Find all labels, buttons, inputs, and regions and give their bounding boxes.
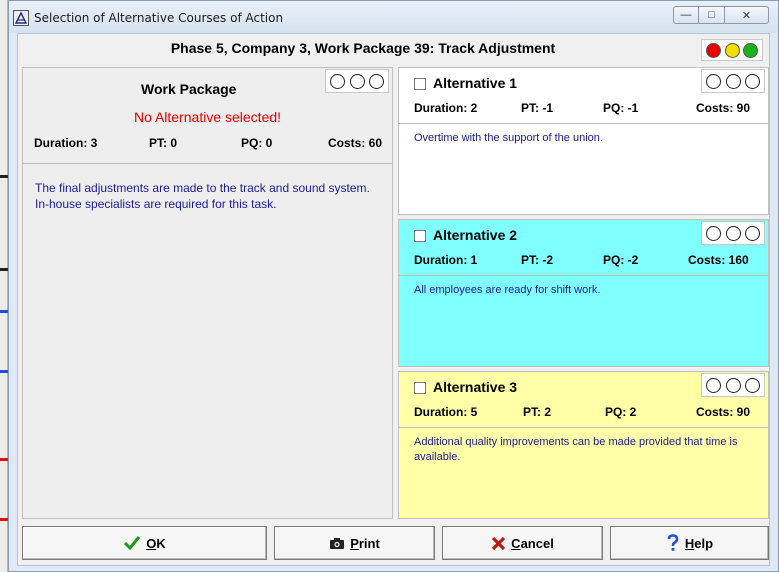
ok-button[interactable]: OK <box>22 526 267 560</box>
close-icon: ✕ <box>741 9 752 22</box>
alternative-2-checkbox[interactable] <box>414 230 426 242</box>
alt-description: Overtime with the support of the union. <box>414 132 603 144</box>
minimize-button[interactable]: — <box>673 6 699 24</box>
alternative-title: Alternative 1 <box>433 75 518 91</box>
work-package-header: Work Package No Alternative selected! Du… <box>23 68 392 164</box>
app-icon <box>13 10 29 26</box>
alt-description: All employees are ready for shift work. <box>414 284 601 296</box>
circle-icon <box>744 377 760 393</box>
background-mark <box>0 458 8 461</box>
x-icon <box>491 536 506 551</box>
checkmark-icon <box>123 535 141 551</box>
work-package-heading: Work Package <box>141 81 237 97</box>
background-mark <box>0 370 8 373</box>
wp-description: The final adjustments are made to the tr… <box>35 181 370 211</box>
ok-label: K <box>156 535 166 551</box>
print-label: rint <box>358 535 380 551</box>
alt-pq: PQ: -1 <box>603 101 639 115</box>
alternative-title: Alternative 3 <box>433 379 518 395</box>
circle-icon <box>368 73 384 89</box>
rating-circles <box>701 69 765 93</box>
circle-icon <box>706 225 722 241</box>
background-app-strip <box>0 0 8 572</box>
circle-icon <box>744 225 760 241</box>
circle-icon <box>725 225 741 241</box>
yellow-light-icon <box>724 42 740 58</box>
rating-circles <box>701 221 765 245</box>
alt-duration: Duration: 1 <box>414 253 478 267</box>
wp-duration: Duration: 3 <box>34 136 98 150</box>
question-icon <box>666 534 680 552</box>
background-mark <box>0 268 8 271</box>
alt-costs: Costs: 160 <box>688 253 749 267</box>
red-light-icon <box>705 42 721 58</box>
print-button[interactable]: Print <box>274 526 435 560</box>
maximize-button[interactable]: □ <box>699 6 725 24</box>
title-bar[interactable]: Selection of Alternative Courses of Acti… <box>9 1 778 33</box>
background-mark <box>0 518 8 521</box>
alternative-2-panel[interactable]: Alternative 2 Duration: 1 PT: -2 PQ: -2 … <box>398 219 769 367</box>
maximize-icon: □ <box>708 9 715 21</box>
rating-circles <box>701 373 765 397</box>
alternative-header: Alternative 3 Duration: 5 PT: 2 PQ: 2 Co… <box>399 372 768 428</box>
minimize-icon: — <box>680 9 692 21</box>
background-mark <box>0 175 8 178</box>
alt-duration: Duration: 5 <box>414 405 478 419</box>
close-button[interactable]: ✕ <box>725 6 769 24</box>
wp-costs: Costs: 60 <box>328 136 383 150</box>
help-label: elp <box>694 535 714 551</box>
alternative-header: Alternative 1 Duration: 2 PT: -1 PQ: -1 … <box>399 68 768 124</box>
help-label-mnemonic: H <box>684 535 695 551</box>
phase-title: Phase 5, Company 3, Work Package 39: Tra… <box>170 40 556 56</box>
alternative-3-checkbox[interactable] <box>414 382 426 394</box>
cancel-button[interactable]: Cancel <box>442 526 603 560</box>
camera-icon <box>329 537 345 550</box>
alt-pt: PT: -2 <box>521 253 554 267</box>
wp-pt: PT: 0 <box>149 136 178 150</box>
circle-icon <box>725 73 741 89</box>
alt-duration: Duration: 2 <box>414 101 478 115</box>
dialog-window: Selection of Alternative Courses of Acti… <box>8 0 779 572</box>
wp-pq: PQ: 0 <box>241 136 273 150</box>
alt-pt: PT: 2 <box>523 405 552 419</box>
alternative-header: Alternative 2 Duration: 1 PT: -2 PQ: -2 … <box>399 220 768 276</box>
alternative-1-checkbox[interactable] <box>414 78 426 90</box>
alternative-title: Alternative 2 <box>433 227 518 243</box>
circle-icon <box>706 377 722 393</box>
alt-pq: PQ: -2 <box>603 253 639 267</box>
work-package-panel: Work Package No Alternative selected! Du… <box>22 67 393 519</box>
alternative-1-panel[interactable]: Alternative 1 Duration: 2 PT: -1 PQ: -1 … <box>398 67 769 215</box>
ok-label-mnemonic: O <box>146 535 157 551</box>
dialog-client-area: Phase 5, Company 3, Work Package 39: Tra… <box>17 33 770 566</box>
alt-costs: Costs: 90 <box>696 101 751 115</box>
green-light-icon <box>743 42 759 58</box>
print-label-mnemonic: P <box>350 535 359 551</box>
window-title: Selection of Alternative Courses of Acti… <box>34 11 284 25</box>
alt-pq: PQ: 2 <box>605 405 637 419</box>
circle-icon <box>330 73 346 89</box>
circle-icon <box>725 377 741 393</box>
circle-icon <box>349 73 365 89</box>
alt-description: Additional quality improvements can be m… <box>414 436 738 463</box>
circle-icon <box>744 73 760 89</box>
alternative-3-panel[interactable]: Alternative 3 Duration: 5 PT: 2 PQ: 2 Co… <box>398 371 769 519</box>
traffic-light-indicator <box>701 39 763 61</box>
background-mark <box>0 310 8 313</box>
alt-pt: PT: -1 <box>521 101 554 115</box>
selection-status: No Alternative selected! <box>133 109 282 125</box>
rating-circles <box>325 69 389 93</box>
circle-icon <box>706 73 722 89</box>
cancel-label-mnemonic: C <box>511 535 521 551</box>
alt-costs: Costs: 90 <box>696 405 751 419</box>
help-button[interactable]: Help <box>610 526 769 560</box>
cancel-label: ancel <box>520 535 554 551</box>
